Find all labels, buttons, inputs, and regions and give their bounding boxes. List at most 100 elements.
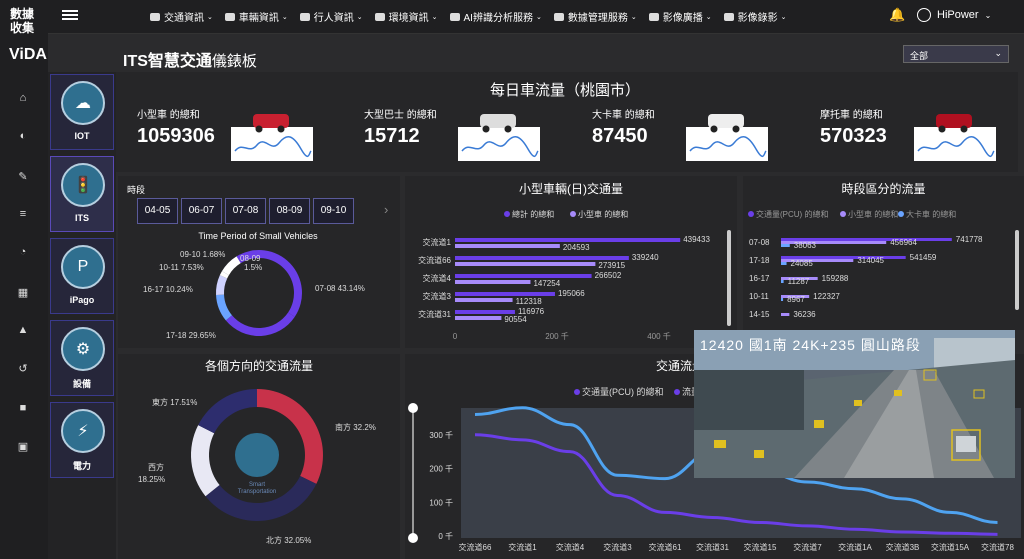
period-tab[interactable]: 08-09 bbox=[269, 198, 310, 224]
nav-item-5[interactable]: 數據管理服務 ⌄ bbox=[553, 9, 637, 24]
nav-item-7[interactable]: 影像錄影 ⌄ bbox=[723, 9, 786, 24]
kpi-card: 大卡車 的總和 87450 bbox=[592, 106, 655, 148]
module-電力[interactable]: ⚡ 電力 bbox=[50, 402, 114, 478]
bell-icon[interactable]: 🔔 bbox=[889, 7, 905, 23]
chart-label: 小型車 的總和 bbox=[848, 209, 898, 219]
nav-item-2[interactable]: 行人資訊 ⌄ bbox=[299, 9, 363, 24]
scrollbar[interactable] bbox=[727, 230, 731, 326]
history-icon[interactable]: ↺ bbox=[16, 362, 30, 375]
environment-icon bbox=[374, 12, 385, 21]
module-iot[interactable]: ☁ IOT bbox=[50, 74, 114, 150]
iot-icon: ☁ bbox=[61, 81, 105, 125]
donut-slice[interactable] bbox=[225, 312, 295, 336]
toggle-icon[interactable]: ◐ bbox=[16, 130, 30, 142]
wrench-icon[interactable]: ✎ bbox=[16, 170, 30, 183]
bar[interactable] bbox=[781, 280, 784, 283]
nav-item-0[interactable]: 交通資訊 ⌄ bbox=[150, 9, 213, 24]
menu-icon[interactable] bbox=[62, 8, 78, 22]
bar[interactable] bbox=[455, 310, 515, 314]
chart-label: 24085 bbox=[791, 259, 814, 268]
tick-label: 交流道78 bbox=[981, 542, 1014, 552]
chart-label: 交流道3 bbox=[423, 291, 452, 301]
calendar-icon[interactable]: ▣ bbox=[16, 440, 30, 453]
bar[interactable] bbox=[781, 298, 784, 301]
bar[interactable] bbox=[781, 313, 790, 316]
bar[interactable] bbox=[455, 244, 560, 248]
chart-label: 273915 bbox=[598, 261, 625, 270]
module-its[interactable]: 🚦 ITS bbox=[50, 156, 114, 232]
chart-label: 439433 bbox=[683, 235, 710, 244]
chart-label: 159288 bbox=[822, 274, 849, 283]
module-label: iPago bbox=[69, 295, 95, 305]
donut-slice[interactable] bbox=[198, 389, 257, 434]
pedestrian-icon bbox=[299, 12, 310, 21]
motorcycle-icon bbox=[936, 114, 972, 133]
slider-handle[interactable] bbox=[408, 403, 418, 413]
chart-label: 北方 32.05% bbox=[266, 535, 311, 545]
bar[interactable] bbox=[455, 256, 629, 260]
tick-label: 200 千 bbox=[545, 331, 569, 341]
bar[interactable] bbox=[455, 316, 502, 320]
nav-label: 影像錄影 bbox=[737, 13, 778, 24]
kpi-value: 1059306 bbox=[137, 125, 215, 147]
nav-item-6[interactable]: 影像廣播 ⌄ bbox=[648, 9, 712, 24]
donut-slice[interactable] bbox=[216, 275, 228, 295]
kpi-card: 摩托車 的總和 570323 bbox=[820, 106, 887, 148]
tick-label: 交流道3B bbox=[886, 542, 920, 552]
tick-label: 交流道1A bbox=[838, 542, 872, 552]
chart-label: 17-18 bbox=[749, 256, 770, 265]
database-icon[interactable]: ≡ bbox=[16, 208, 30, 220]
bar[interactable] bbox=[455, 280, 531, 284]
bar[interactable] bbox=[455, 298, 513, 302]
kpi-value: 87450 bbox=[592, 125, 648, 147]
legend-dot bbox=[674, 389, 680, 395]
chart-label: 456964 bbox=[890, 238, 917, 247]
donut-slice[interactable] bbox=[191, 425, 220, 497]
camera-icon[interactable]: ■ bbox=[16, 402, 30, 414]
kpi-value: 15712 bbox=[364, 125, 420, 147]
chart-label: 122327 bbox=[813, 292, 840, 301]
nav-label: 數據管理服務 bbox=[567, 13, 628, 24]
chart-label: 西方 bbox=[148, 462, 164, 472]
bell-small-icon[interactable]: ▲ bbox=[16, 324, 30, 336]
chart-label: 16-17 bbox=[749, 274, 770, 283]
kpi-card: 大型巴士 的總和 15712 bbox=[364, 106, 437, 148]
map-icon[interactable]: ▦ bbox=[16, 286, 30, 299]
period-tab[interactable]: 09-10 bbox=[313, 198, 354, 224]
scrollbar[interactable] bbox=[1015, 230, 1019, 310]
slider-handle[interactable] bbox=[408, 533, 418, 543]
next-icon[interactable]: › bbox=[384, 202, 388, 217]
brand-name: ViDA bbox=[9, 46, 47, 63]
period-tab[interactable]: 04-05 bbox=[137, 198, 178, 224]
bar[interactable] bbox=[455, 262, 596, 266]
donut-slice[interactable] bbox=[221, 256, 241, 276]
chart-label: 16-17 10.24% bbox=[143, 285, 193, 294]
nav-item-3[interactable]: 環境資訊 ⌄ bbox=[374, 9, 438, 24]
period-tab[interactable]: 06-07 bbox=[181, 198, 222, 224]
kpi-name: 小型車 的總和 bbox=[137, 110, 200, 121]
bar[interactable] bbox=[455, 238, 681, 242]
bar[interactable] bbox=[455, 274, 592, 278]
bar[interactable] bbox=[455, 292, 555, 296]
filter-select[interactable]: 全部 ⌄ bbox=[903, 45, 1009, 63]
dashboard-icon[interactable]: ◔ bbox=[16, 246, 30, 258]
nav-item-1[interactable]: 車輛資訊 ⌄ bbox=[224, 9, 288, 24]
slider-track[interactable] bbox=[412, 408, 414, 538]
bar[interactable] bbox=[781, 244, 790, 247]
user-menu[interactable]: HiPower ⌄ bbox=[917, 8, 991, 22]
camera-video[interactable]: 12420 國1南 24K+235 圓山路段 bbox=[694, 330, 1015, 478]
chart-label: 交通量(PCU) 的總和 bbox=[582, 386, 664, 397]
module-設備[interactable]: ⚙ 設備 bbox=[50, 320, 114, 396]
chart-label: 交流道1 bbox=[423, 237, 452, 247]
period-tab[interactable]: 07-08 bbox=[225, 198, 266, 224]
home-icon[interactable]: ⌂ bbox=[16, 92, 30, 104]
chevron-down-icon: ⌄ bbox=[994, 48, 1002, 58]
nav-item-4[interactable]: AI辨識分析服務 ⌄ bbox=[449, 9, 542, 24]
chevron-down-icon: ⌄ bbox=[207, 13, 213, 21]
module-ipago[interactable]: PiPago bbox=[50, 238, 114, 314]
bar[interactable] bbox=[781, 262, 787, 265]
legend-dot bbox=[574, 389, 580, 395]
legend-dot bbox=[748, 211, 754, 217]
chart-label: 112318 bbox=[516, 297, 543, 306]
donut-slice[interactable] bbox=[216, 294, 232, 321]
